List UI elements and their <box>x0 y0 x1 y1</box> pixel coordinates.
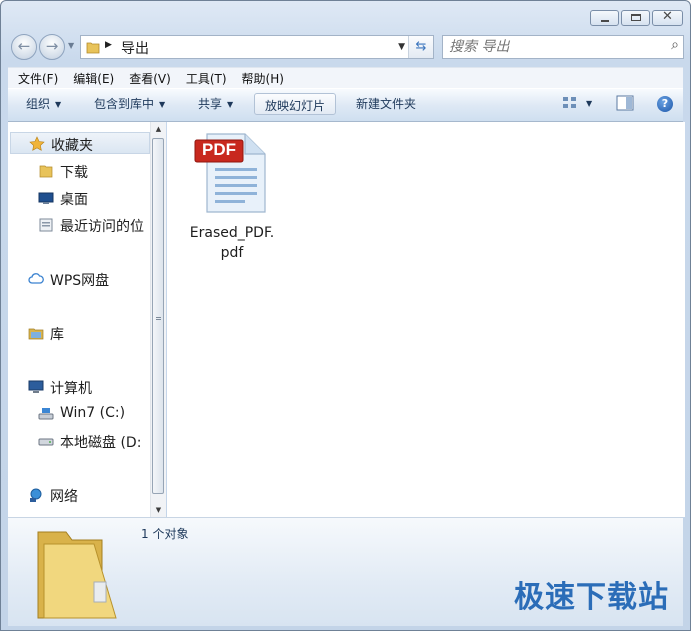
folder-icon <box>86 42 100 54</box>
close-icon: ✕ <box>662 9 673 24</box>
nav-network-label: 网络 <box>50 489 78 505</box>
nav-wps-cloud[interactable]: WPS网盘 <box>8 268 150 290</box>
include-in-library-button[interactable]: 包含到库中 ▼ <box>94 95 165 112</box>
nav-downloads-label: 下载 <box>60 165 88 181</box>
nav-recent-label: 最近访问的位 <box>60 219 144 235</box>
address-path[interactable]: 导出 <box>121 38 149 58</box>
breadcrumb-chevron-icon[interactable]: ▶ <box>105 40 112 50</box>
scroll-down-icon[interactable]: ▼ <box>151 503 166 517</box>
view-options-icon[interactable] <box>562 95 578 111</box>
chevron-down-icon: ▼ <box>227 100 234 109</box>
menu-file[interactable]: 文件(F) <box>8 68 63 88</box>
organize-label: 组织 <box>26 97 51 111</box>
new-folder-button[interactable]: 新建文件夹 <box>356 95 416 112</box>
help-icon[interactable]: ? <box>657 96 673 112</box>
nav-downloads[interactable]: 下载 <box>8 160 150 182</box>
recent-places-icon <box>39 218 53 232</box>
maximize-icon <box>631 14 641 21</box>
back-arrow-icon: ← <box>17 37 31 55</box>
watermark-logo: 极速下载站 <box>514 580 669 615</box>
menu-help[interactable]: 帮助(H) <box>232 68 289 88</box>
nav-favorites-label: 收藏夹 <box>51 138 93 154</box>
nav-computer-label: 计算机 <box>50 381 92 397</box>
nav-recent[interactable]: 最近访问的位 <box>8 214 150 236</box>
address-dropdown-icon[interactable]: ▼ <box>398 42 405 52</box>
navigation-scrollbar[interactable]: ▲ ▼ <box>150 122 166 517</box>
navigation-pane: 收藏夹 下载 桌面 最近访问的位 WPS网盘 库 计算机 Win7 (C:) 本… <box>8 122 150 517</box>
item-count: 1 个对象 <box>141 527 189 541</box>
nav-drive-d[interactable]: 本地磁盘 (D: <box>8 430 150 452</box>
command-bar: 组织 ▼ 包含到库中 ▼ 共享 ▼ 放映幻灯片 新建文件夹 ▼ ? <box>8 88 683 122</box>
menu-edit[interactable]: 编辑(E) <box>63 68 119 88</box>
menu-tools[interactable]: 工具(T) <box>176 68 232 88</box>
search-box[interactable]: ⌕ <box>442 35 684 59</box>
organize-button[interactable]: 组织 ▼ <box>26 95 61 112</box>
desktop-icon <box>38 192 54 204</box>
nav-computer[interactable]: 计算机 <box>8 376 150 398</box>
recent-pages-dropdown[interactable]: ▼ <box>68 41 74 50</box>
caption-buttons: ✕ <box>590 9 683 26</box>
nav-libraries[interactable]: 库 <box>8 322 150 344</box>
nav-drive-d-label: 本地磁盘 (D: <box>60 435 142 451</box>
grip-icon <box>156 317 161 320</box>
share-button[interactable]: 共享 ▼ <box>198 95 233 112</box>
nav-drive-c[interactable]: Win7 (C:) <box>8 403 150 425</box>
computer-icon <box>28 380 44 393</box>
search-input[interactable] <box>449 37 649 57</box>
nav-network[interactable]: 网络 <box>8 484 150 506</box>
address-bar[interactable]: ▶ 导出 ▼ ⇆ <box>80 35 434 59</box>
view-dropdown-icon[interactable]: ▼ <box>586 99 592 108</box>
system-drive-icon <box>38 408 54 420</box>
explorer-window: ✕ ← → ▼ ▶ 导出 ▼ ⇆ ⌕ 文件(F) 编辑(E) 查看(V) 工具(… <box>0 0 691 631</box>
menu-view[interactable]: 查看(V) <box>119 68 176 88</box>
hard-drive-icon <box>38 438 54 446</box>
cloud-icon <box>28 273 44 284</box>
nav-libraries-label: 库 <box>50 327 64 343</box>
chevron-down-icon: ▼ <box>159 100 166 109</box>
back-button[interactable]: ← <box>11 34 37 60</box>
network-icon <box>30 488 42 502</box>
scroll-up-icon[interactable]: ▲ <box>151 122 166 136</box>
pdf-badge: PDF <box>202 140 236 159</box>
navigation-row: ← → ▼ ▶ 导出 ▼ ⇆ ⌕ <box>9 33 684 61</box>
nav-drive-c-label: Win7 (C:) <box>60 405 126 421</box>
forward-arrow-icon: → <box>45 37 59 55</box>
minimize-icon <box>601 20 609 22</box>
folder-icon <box>39 165 53 178</box>
share-label: 共享 <box>198 97 223 111</box>
star-icon <box>29 136 45 151</box>
close-button[interactable]: ✕ <box>652 9 683 26</box>
search-icon[interactable]: ⌕ <box>671 37 679 53</box>
library-icon <box>28 328 44 340</box>
forward-button[interactable]: → <box>39 34 65 60</box>
minimize-button[interactable] <box>590 10 619 26</box>
nav-desktop-label: 桌面 <box>60 192 88 208</box>
nav-desktop[interactable]: 桌面 <box>8 187 150 209</box>
scrollbar-thumb[interactable] <box>152 138 164 494</box>
file-name: Erased_PDF.pdf <box>189 225 275 261</box>
include-label: 包含到库中 <box>94 97 155 111</box>
refresh-button[interactable]: ⇆ <box>408 36 433 58</box>
menu-bar: 文件(F) 编辑(E) 查看(V) 工具(T) 帮助(H) <box>8 67 683 88</box>
refresh-icon: ⇆ <box>415 39 427 54</box>
nav-wps-cloud-label: WPS网盘 <box>50 273 110 289</box>
details-pane: 1 个对象 极速下载站 <box>8 517 683 626</box>
nav-favorites[interactable]: 收藏夹 <box>10 132 150 154</box>
maximize-button[interactable] <box>621 10 650 26</box>
file-item[interactable]: PDF Erased_PDF.pdf <box>181 128 283 263</box>
large-folder-icon <box>37 531 117 619</box>
slideshow-button[interactable]: 放映幻灯片 <box>254 93 337 115</box>
chevron-down-icon: ▼ <box>55 100 62 109</box>
preview-pane-icon[interactable] <box>616 95 634 111</box>
file-list-area[interactable]: PDF Erased_PDF.pdf <box>167 122 685 517</box>
